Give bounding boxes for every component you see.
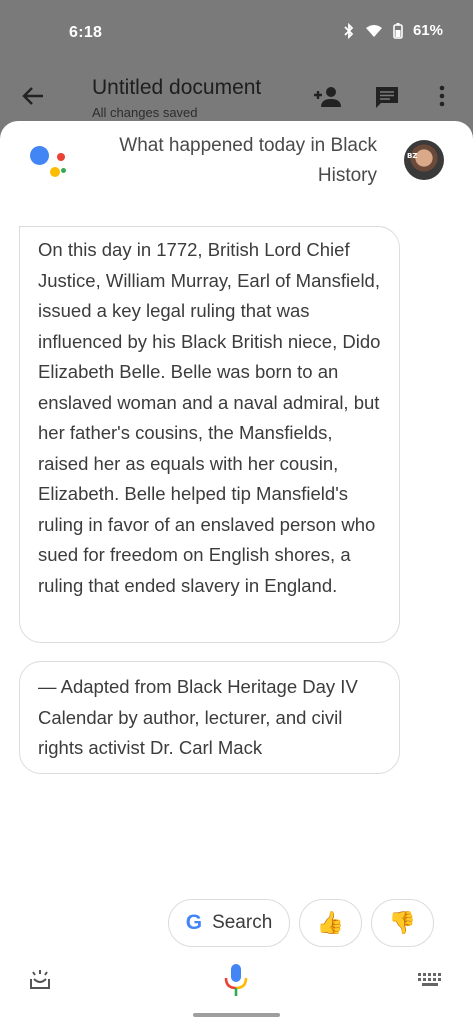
search-chip[interactable]: G Search: [168, 899, 290, 947]
back-arrow-icon[interactable]: [22, 86, 44, 106]
source-attribution-text: — Adapted from Black Heritage Day IV Cal…: [38, 676, 358, 758]
google-assistant-icon: [28, 143, 70, 179]
assistant-response-text: On this day in 1772, British Lord Chief …: [38, 239, 381, 596]
bluetooth-icon: [344, 22, 354, 39]
assistant-response-card: On this day in 1772, British Lord Chief …: [19, 226, 400, 643]
thumbs-down-icon: 👎: [388, 910, 417, 935]
keyboard-icon[interactable]: [418, 973, 444, 987]
snapshot-icon[interactable]: [28, 969, 52, 991]
search-chip-label: Search: [212, 912, 273, 933]
status-icons: 61%: [343, 22, 443, 39]
microphone-icon[interactable]: [224, 963, 248, 997]
avatar[interactable]: BZ: [404, 140, 444, 180]
assistant-sheet: What happened today in Black History BZ …: [0, 121, 473, 1024]
status-time: 6:18: [69, 24, 103, 41]
home-indicator[interactable]: [193, 1013, 280, 1017]
avatar-tag: BZ: [407, 152, 418, 160]
thumbs-up-button[interactable]: 👍: [299, 899, 362, 947]
google-g-icon: G: [185, 911, 203, 934]
save-status: All changes saved: [92, 105, 198, 120]
document-title[interactable]: Untitled document: [92, 76, 261, 100]
battery-percent: 61%: [412, 22, 443, 39]
status-bar: 6:18 61%: [0, 0, 473, 64]
docs-toolbar: Untitled document All changes saved: [0, 64, 473, 124]
source-attribution-card: — Adapted from Black Heritage Day IV Cal…: [19, 661, 400, 774]
wifi-icon: [365, 24, 382, 37]
add-person-icon[interactable]: [313, 86, 343, 108]
thumbs-up-icon: 👍: [316, 910, 345, 935]
battery-icon: [393, 22, 403, 39]
more-vert-icon[interactable]: [438, 85, 446, 107]
user-query: What happened today in Black History: [119, 135, 377, 186]
comment-icon[interactable]: [374, 85, 400, 109]
thumbs-down-button[interactable]: 👎: [371, 899, 434, 947]
